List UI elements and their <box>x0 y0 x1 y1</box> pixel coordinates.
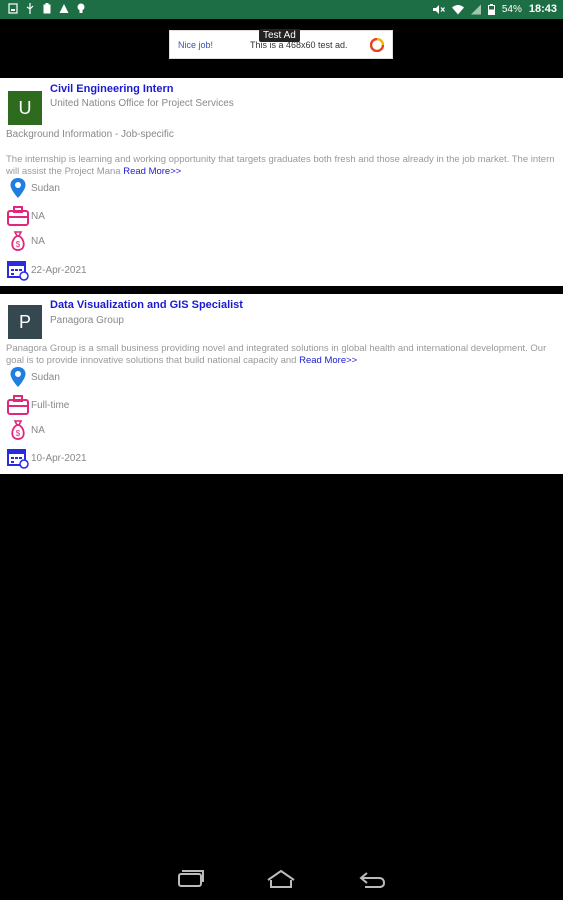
location-value: Sudan <box>31 371 60 383</box>
ad-left-text: Nice job! <box>178 40 214 50</box>
location-value: Sudan <box>31 182 60 194</box>
calendar-icon <box>7 449 29 469</box>
map-pin-icon <box>10 367 26 387</box>
salary-row: $ NA <box>6 230 45 252</box>
lightbulb-icon <box>77 3 85 13</box>
company-name: Panagora Group <box>50 315 124 326</box>
briefcase-icon <box>7 395 29 415</box>
job-description: The internship is learning and working o… <box>6 154 556 178</box>
company-avatar: P <box>8 305 42 339</box>
job-type-row: Full-time <box>6 394 69 416</box>
ad-logo-icon <box>370 38 384 52</box>
date-value: 22-Apr-2021 <box>31 264 87 276</box>
status-bar: 54% 18:43 <box>0 0 563 19</box>
money-bag-icon: $ <box>11 420 25 440</box>
job-type-value: NA <box>31 210 45 222</box>
job-description-text: Panagora Group is a small business provi… <box>6 343 547 366</box>
clipboard-icon <box>43 3 51 14</box>
navigation-bar <box>0 860 563 900</box>
company-avatar: U <box>8 91 42 125</box>
mute-icon <box>432 4 445 14</box>
home-icon[interactable] <box>266 868 296 890</box>
salary-value: NA <box>31 235 45 247</box>
svg-text:$: $ <box>16 240 21 249</box>
svg-text:$: $ <box>16 429 21 438</box>
job-title-link[interactable]: Civil Engineering Intern <box>50 83 173 95</box>
job-type-value: Full-time <box>31 399 70 411</box>
date-row: 22-Apr-2021 <box>6 259 87 281</box>
read-more-link[interactable]: Read More>> <box>299 355 357 366</box>
date-value: 10-Apr-2021 <box>31 452 87 464</box>
briefcase-icon <box>7 206 29 226</box>
background-info: Background Information - Job-specific <box>6 129 174 140</box>
job-card[interactable]: P Data Visualization and GIS Specialist … <box>0 294 563 474</box>
warning-icon <box>59 4 69 13</box>
wifi-icon <box>451 4 464 14</box>
battery-percentage: 54% <box>501 3 522 15</box>
job-card[interactable]: U Civil Engineering Intern United Nation… <box>0 78 563 286</box>
date-row: 10-Apr-2021 <box>6 447 87 469</box>
status-bar-system: 54% 18:43 <box>432 3 557 15</box>
job-description-text: The internship is learning and working o… <box>6 154 555 177</box>
usb-icon <box>26 3 34 14</box>
read-more-link[interactable]: Read More>> <box>123 166 181 177</box>
salary-row: $ NA <box>6 419 45 441</box>
signal-icon <box>470 4 481 14</box>
job-title-link[interactable]: Data Visualization and GIS Specialist <box>50 299 243 311</box>
job-description: Panagora Group is a small business provi… <box>6 343 556 367</box>
company-name: United Nations Office for Project Servic… <box>50 98 234 109</box>
status-bar-notifications <box>8 3 86 14</box>
salary-value: NA <box>31 424 45 436</box>
location-row: Sudan <box>6 177 60 199</box>
map-pin-icon <box>10 178 26 198</box>
recent-apps-icon[interactable] <box>176 868 206 890</box>
clock: 18:43 <box>528 3 557 15</box>
back-icon[interactable] <box>357 868 387 890</box>
screenshot-icon <box>8 3 18 14</box>
battery-icon <box>487 3 495 15</box>
job-type-row: NA <box>6 205 45 227</box>
calendar-icon <box>7 261 29 281</box>
location-row: Sudan <box>6 366 60 388</box>
test-ad-label: Test Ad <box>259 29 300 42</box>
money-bag-icon: $ <box>11 231 25 251</box>
